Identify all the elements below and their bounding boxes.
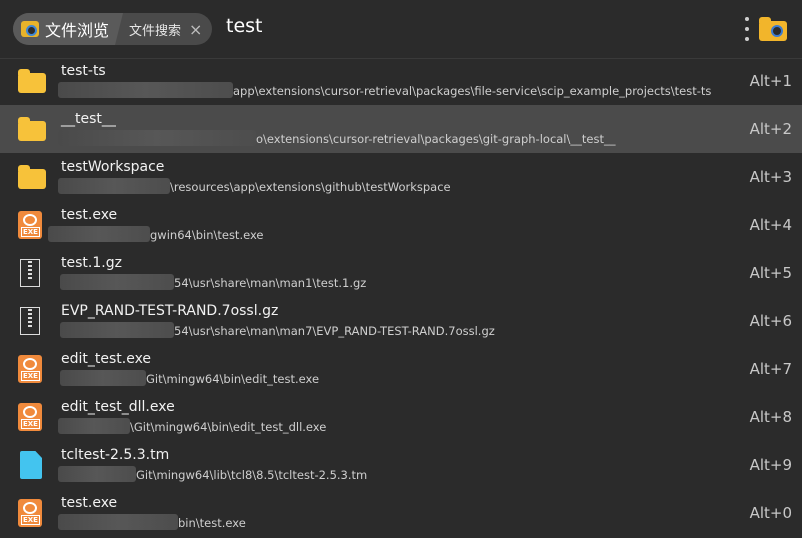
result-name: test.1.gz [61, 255, 122, 271]
result-path: 54\usr\share\man\man7\EVP_RAND-TEST-RAND… [174, 324, 495, 338]
result-shortcut: Alt+0 [749, 504, 792, 522]
result-row-3[interactable]: testWorkspace \resources\app\extensions\… [0, 153, 802, 201]
result-name: testWorkspace [61, 159, 165, 175]
result-path: Git\mingw64\bin\edit_test.exe [146, 372, 320, 386]
result-shortcut: Alt+9 [749, 456, 792, 474]
results-list: test-ts app\extensions\cursor-retrieval\… [0, 57, 802, 537]
result-row-4[interactable]: EXE test.exe gwin64\bin\test.exe Alt+4 [0, 201, 802, 249]
exe-icon: EXE [18, 403, 42, 431]
result-shortcut: Alt+1 [749, 72, 792, 90]
result-name: edit_test.exe [61, 351, 152, 367]
result-path: app\extensions\cursor-retrieval\packages… [233, 84, 712, 98]
exe-icon: EXE [18, 211, 42, 239]
result-row-6[interactable]: EVP_RAND-TEST-RAND.7ossl.gz 54\usr\share… [0, 297, 802, 345]
search-input[interactable]: test [226, 15, 263, 37]
folder-search-icon [21, 21, 39, 37]
redacted-path-prefix [48, 226, 150, 242]
exe-icon: EXE [18, 499, 42, 527]
more-options-icon[interactable] [744, 17, 750, 41]
result-path: gwin64\bin\test.exe [150, 228, 264, 242]
result-name: test.exe [61, 495, 118, 511]
result-shortcut: Alt+3 [749, 168, 792, 186]
folder-search-button-icon[interactable] [759, 17, 787, 41]
redacted-path-prefix [60, 370, 146, 386]
close-icon[interactable]: × [189, 20, 202, 39]
archive-icon [20, 307, 42, 335]
folder-icon [18, 165, 46, 191]
folder-icon [18, 69, 46, 95]
breadcrumb-root-file-browser[interactable]: 文件浏览 [13, 13, 123, 45]
result-path: bin\test.exe [178, 516, 246, 530]
archive-icon [20, 259, 42, 287]
exe-icon: EXE [18, 355, 42, 383]
breadcrumb-tab-file-search[interactable]: 文件搜索 × [123, 13, 212, 45]
result-shortcut: Alt+8 [749, 408, 792, 426]
redacted-path-prefix [58, 466, 136, 482]
result-path: o\extensions\cursor-retrieval\packages\g… [256, 132, 616, 146]
result-shortcut: Alt+6 [749, 312, 792, 330]
result-name: test.exe [61, 207, 118, 223]
result-shortcut: Alt+5 [749, 264, 792, 282]
breadcrumb-tab-label: 文件搜索 [129, 23, 182, 39]
result-shortcut: Alt+4 [749, 216, 792, 234]
result-row-7[interactable]: EXE edit_test.exe Git\mingw64\bin\edit_t… [0, 345, 802, 393]
folder-icon [18, 117, 46, 143]
result-path: Git\mingw64\lib\tcl8\8.5\tcltest-2.5.3.t… [136, 468, 368, 482]
result-row-9[interactable]: tcltest-2.5.3.tm Git\mingw64\lib\tcl8\8.… [0, 441, 802, 489]
result-row-10[interactable]: EXE test.exe bin\test.exe Alt+0 [0, 489, 802, 537]
result-path: 54\usr\share\man\man1\test.1.gz [174, 276, 367, 290]
result-row-1[interactable]: test-ts app\extensions\cursor-retrieval\… [0, 57, 802, 105]
result-shortcut: Alt+2 [749, 120, 792, 138]
redacted-path-prefix [58, 514, 178, 530]
result-row-2[interactable]: __test__ o\extensions\cursor-retrieval\p… [0, 105, 802, 153]
result-name: tcltest-2.5.3.tm [61, 447, 170, 463]
result-name: test-ts [61, 63, 106, 79]
redacted-path-prefix [58, 130, 256, 146]
redacted-path-prefix [60, 322, 174, 338]
redacted-path-prefix [58, 418, 130, 434]
result-path: \Git\mingw64\bin\edit_test_dll.exe [130, 420, 327, 434]
result-name: EVP_RAND-TEST-RAND.7ossl.gz [61, 303, 279, 319]
result-row-5[interactable]: test.1.gz 54\usr\share\man\man1\test.1.g… [0, 249, 802, 297]
result-name: edit_test_dll.exe [61, 399, 175, 415]
redacted-path-prefix [58, 178, 170, 194]
breadcrumb: 文件浏览 文件搜索 × [13, 13, 213, 45]
redacted-path-prefix [58, 82, 233, 98]
result-name: __test__ [61, 111, 116, 127]
breadcrumb-root-label: 文件浏览 [45, 21, 110, 40]
result-path: \resources\app\extensions\github\testWor… [170, 180, 451, 194]
result-row-8[interactable]: EXE edit_test_dll.exe \Git\mingw64\bin\e… [0, 393, 802, 441]
document-icon [20, 451, 42, 479]
redacted-path-prefix [60, 274, 174, 290]
search-header: 文件浏览 文件搜索 × test [0, 0, 802, 59]
result-shortcut: Alt+7 [749, 360, 792, 378]
